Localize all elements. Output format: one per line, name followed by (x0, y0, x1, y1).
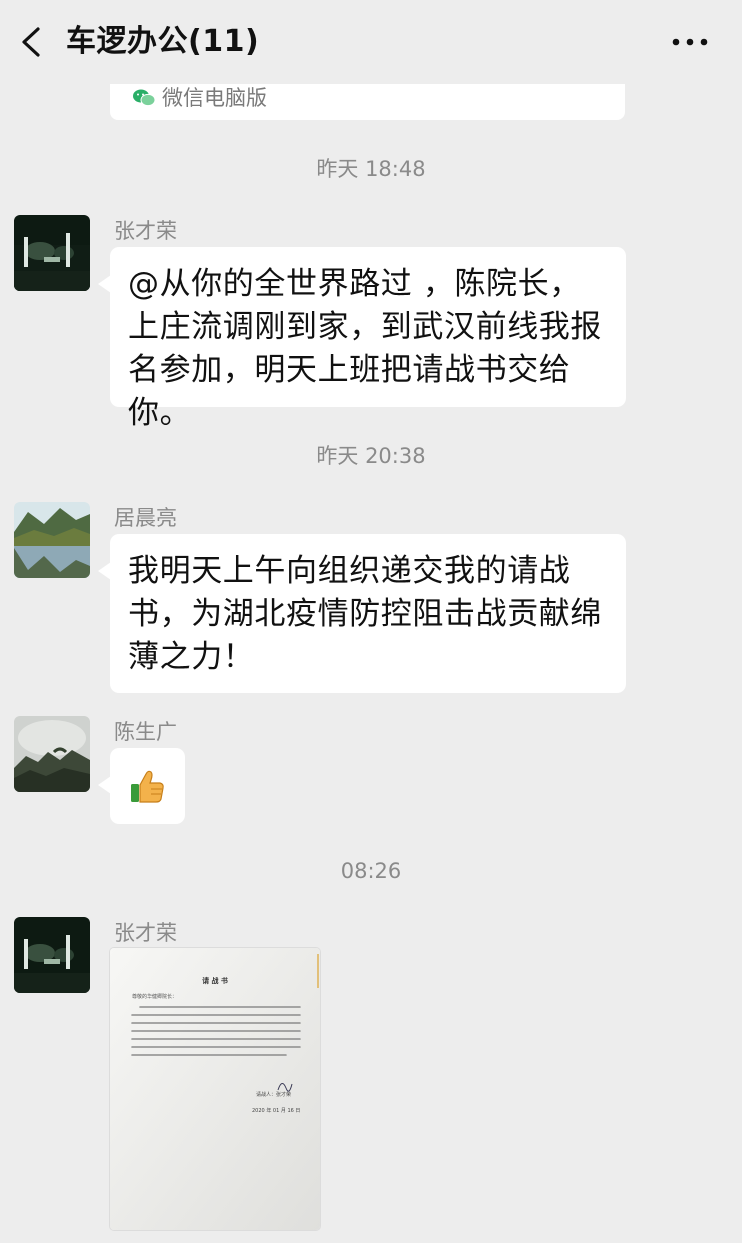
document-date: 2020 年 01 月 16 日 (252, 1107, 300, 1114)
timestamp: 昨天 20:38 (316, 444, 426, 468)
card-source-label: 微信电脑版 (162, 86, 267, 110)
message-bubble[interactable]: 我明天上午向组织递交我的请战书，为湖北疫情防控阻击战贡献绵薄之力！ (98, 534, 626, 693)
document-photo: 请 战 书 尊敬的华健卿院长： 请战人：张才荣 2020 年 01 月 16 日 (110, 948, 320, 1230)
document-signature: 请战人：张才荣 (256, 1091, 291, 1098)
chat-title: 车逻办公(11) (66, 24, 260, 59)
avatar[interactable] (14, 917, 90, 993)
document-greeting: 尊敬的华健卿院长： (132, 993, 177, 1000)
wechat-icon (133, 89, 156, 107)
thumbs-up-icon (131, 770, 164, 803)
chat-header: 车逻办公(11) (0, 0, 742, 84)
sender-name: 张才荣 (114, 921, 177, 945)
image-message[interactable]: 请 战 书 尊敬的华健卿院长： 请战人：张才荣 2020 年 01 月 16 日 (110, 948, 320, 1230)
back-arrow-icon[interactable] (16, 26, 46, 58)
sender-name: 陈生广 (114, 720, 177, 744)
timestamp: 08:26 (340, 859, 402, 883)
avatar[interactable] (14, 716, 90, 792)
sender-name: 居晨亮 (114, 506, 177, 530)
message-bubble[interactable]: @从你的全世界路过 ，陈院长，上庄流调刚到家，到武汉前线我报名参加，明天上班把请… (98, 247, 626, 431)
avatar[interactable] (14, 502, 90, 578)
sender-name: 张才荣 (114, 219, 177, 243)
avatar[interactable] (14, 215, 90, 291)
emoji-message[interactable] (98, 748, 185, 824)
more-options-icon[interactable] (670, 30, 710, 54)
timestamp: 昨天 18:48 (316, 157, 426, 181)
document-title: 请 战 书 (202, 976, 228, 985)
wechat-pc-card[interactable]: 微信电脑版 (110, 84, 625, 120)
